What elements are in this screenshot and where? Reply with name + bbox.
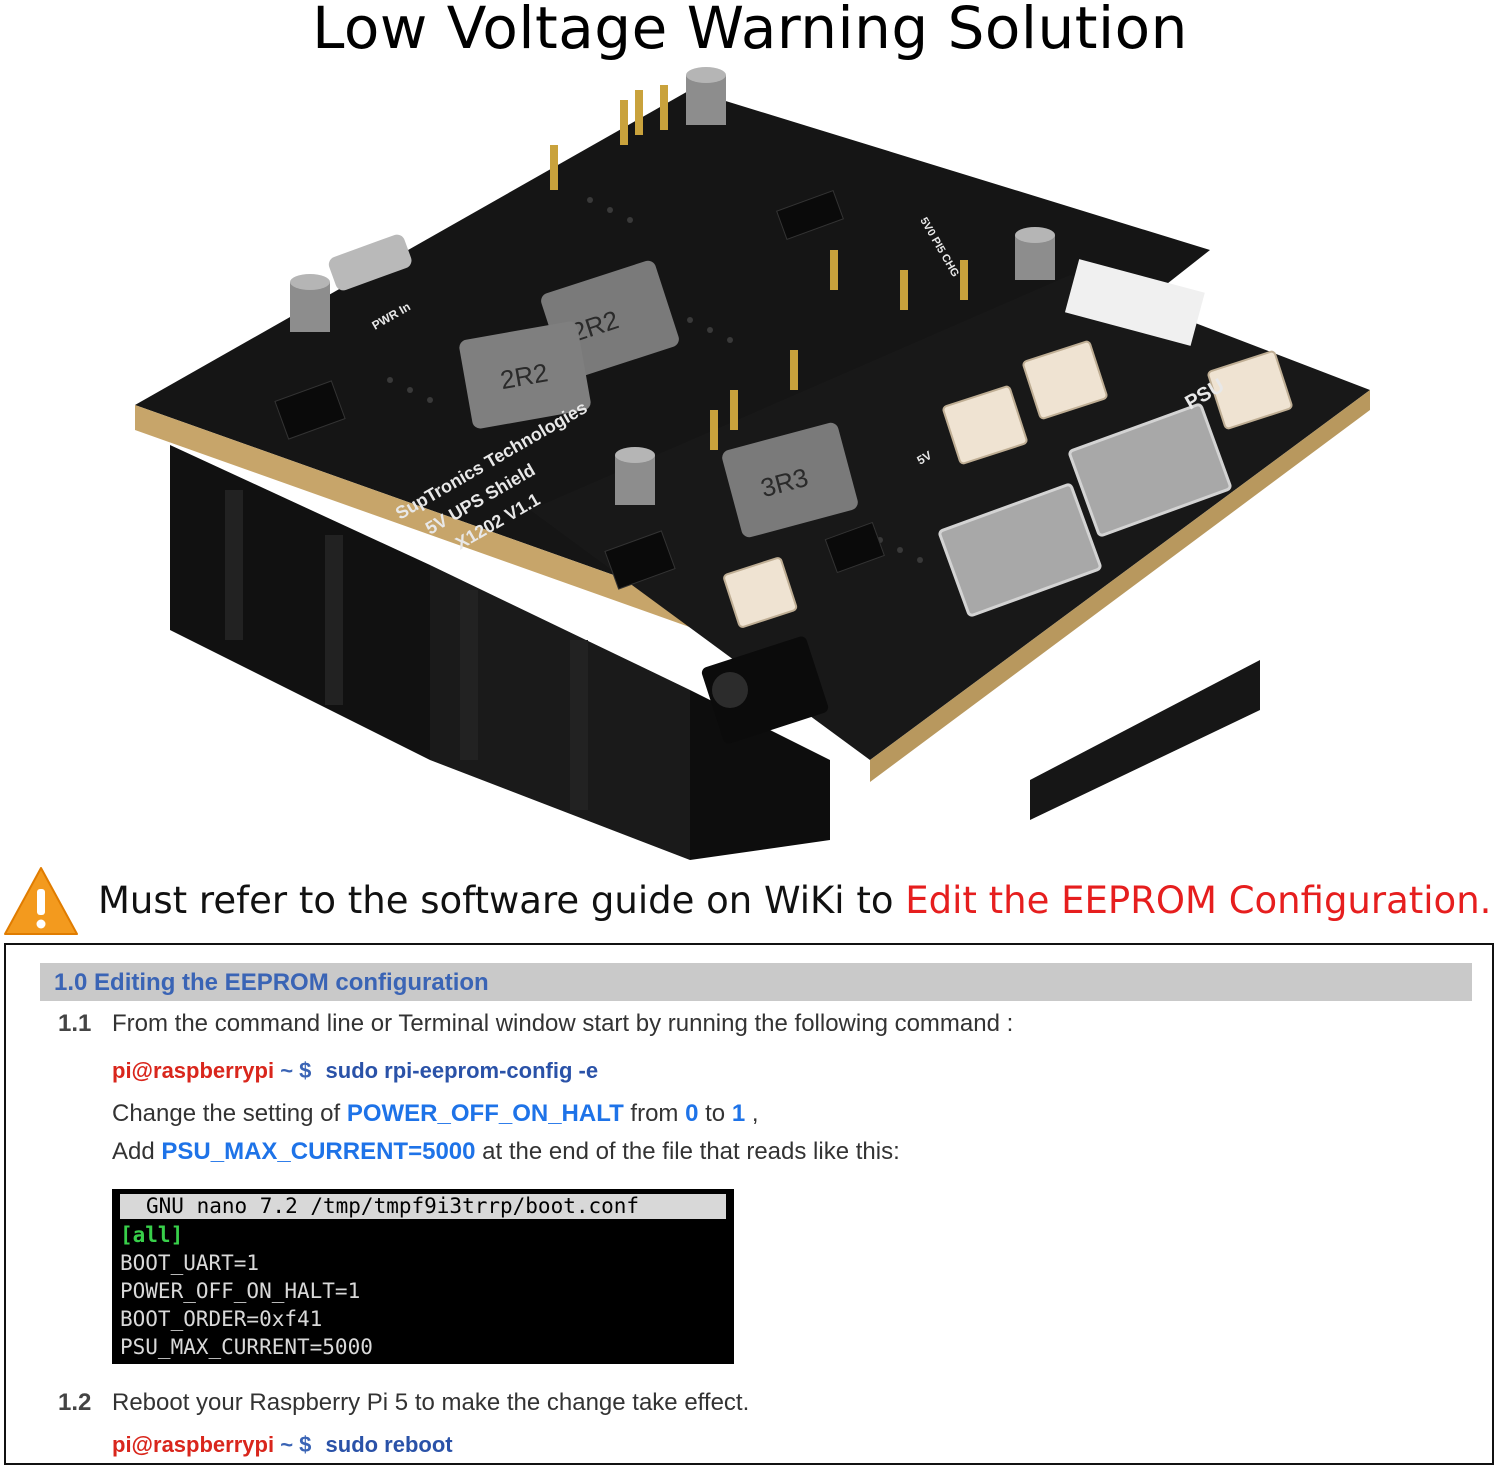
terminal-line: POWER_OFF_ON_HALT=1 — [120, 1279, 361, 1303]
shell-command: sudo reboot — [325, 1432, 453, 1457]
terminal-line: [all] — [120, 1223, 184, 1247]
section-header: 1.0 Editing the EEPROM configuration — [40, 963, 1472, 1001]
terminal-line: BOOT_ORDER=0xf41 — [120, 1307, 323, 1331]
add-text: at the end of the file that reads like t… — [482, 1138, 900, 1165]
setting-key: POWER_OFF_ON_HALT — [346, 1100, 624, 1127]
step-1: 1.1 From the command line or Terminal win… — [58, 1010, 1013, 1038]
setting-from-value: 0 — [685, 1100, 699, 1127]
shell-path: ~ $ — [280, 1058, 312, 1083]
warning-triangle-icon — [4, 867, 78, 935]
setting-to-value: 1 — [731, 1100, 746, 1127]
page-title: Low Voltage Warning Solution — [312, 0, 1188, 62]
step-number: 1.2 — [58, 1389, 92, 1416]
warning-row: Must refer to the software guide on WiKi… — [0, 865, 1500, 940]
shell-prompt: pi@raspberrypi — [112, 1058, 275, 1083]
change-text: , — [751, 1100, 759, 1127]
terminal-header: GNU nano 7.2 /tmp/tmpf9i3trrp/boot.conf — [120, 1194, 726, 1219]
change-setting-line: Change the setting of POWER_OFF_ON_HALT … — [112, 1100, 759, 1128]
command-line-2: pi@raspberrypi ~ $ sudo reboot — [112, 1432, 453, 1458]
eeprom-guide-panel: 1.0 Editing the EEPROM configuration 1.1… — [4, 943, 1494, 1465]
change-text: to — [705, 1100, 726, 1127]
change-text: from — [630, 1100, 679, 1127]
add-setting-line: Add PSU_MAX_CURRENT=5000 at the end of t… — [112, 1138, 900, 1166]
shell-prompt: pi@raspberrypi — [112, 1432, 275, 1457]
step-text: Reboot your Raspberry Pi 5 to make the c… — [112, 1389, 750, 1416]
step-2: 1.2 Reboot your Raspberry Pi 5 to make th… — [58, 1389, 749, 1417]
step-text: From the command line or Terminal window… — [112, 1010, 1014, 1037]
ups-board-photo: 2R2 2R2 3R3 SupTronics Technologies 5V U… — [130, 60, 1380, 870]
warning-text-highlight: Edit the EEPROM Configuration. — [905, 879, 1492, 922]
warning-text-prefix: Must refer to the software guide on WiKi… — [98, 879, 894, 922]
command-line-1: pi@raspberrypi ~ $ sudo rpi-eeprom-confi… — [112, 1058, 598, 1084]
warning-text: Must refer to the software guide on WiKi… — [98, 879, 1491, 922]
terminal-line: BOOT_UART=1 — [120, 1251, 260, 1275]
step-number: 1.1 — [58, 1010, 92, 1037]
shell-path: ~ $ — [280, 1432, 312, 1457]
nano-terminal: GNU nano 7.2 /tmp/tmpf9i3trrp/boot.conf … — [112, 1189, 734, 1364]
change-text: Change the setting of — [112, 1100, 341, 1127]
add-text: Add — [112, 1138, 155, 1165]
terminal-line: PSU_MAX_CURRENT=5000 — [120, 1335, 373, 1359]
setting-key: PSU_MAX_CURRENT=5000 — [161, 1138, 476, 1165]
section-title: 1.0 Editing the EEPROM configuration — [54, 969, 489, 996]
shell-command: sudo rpi-eeprom-config -e — [325, 1058, 599, 1083]
